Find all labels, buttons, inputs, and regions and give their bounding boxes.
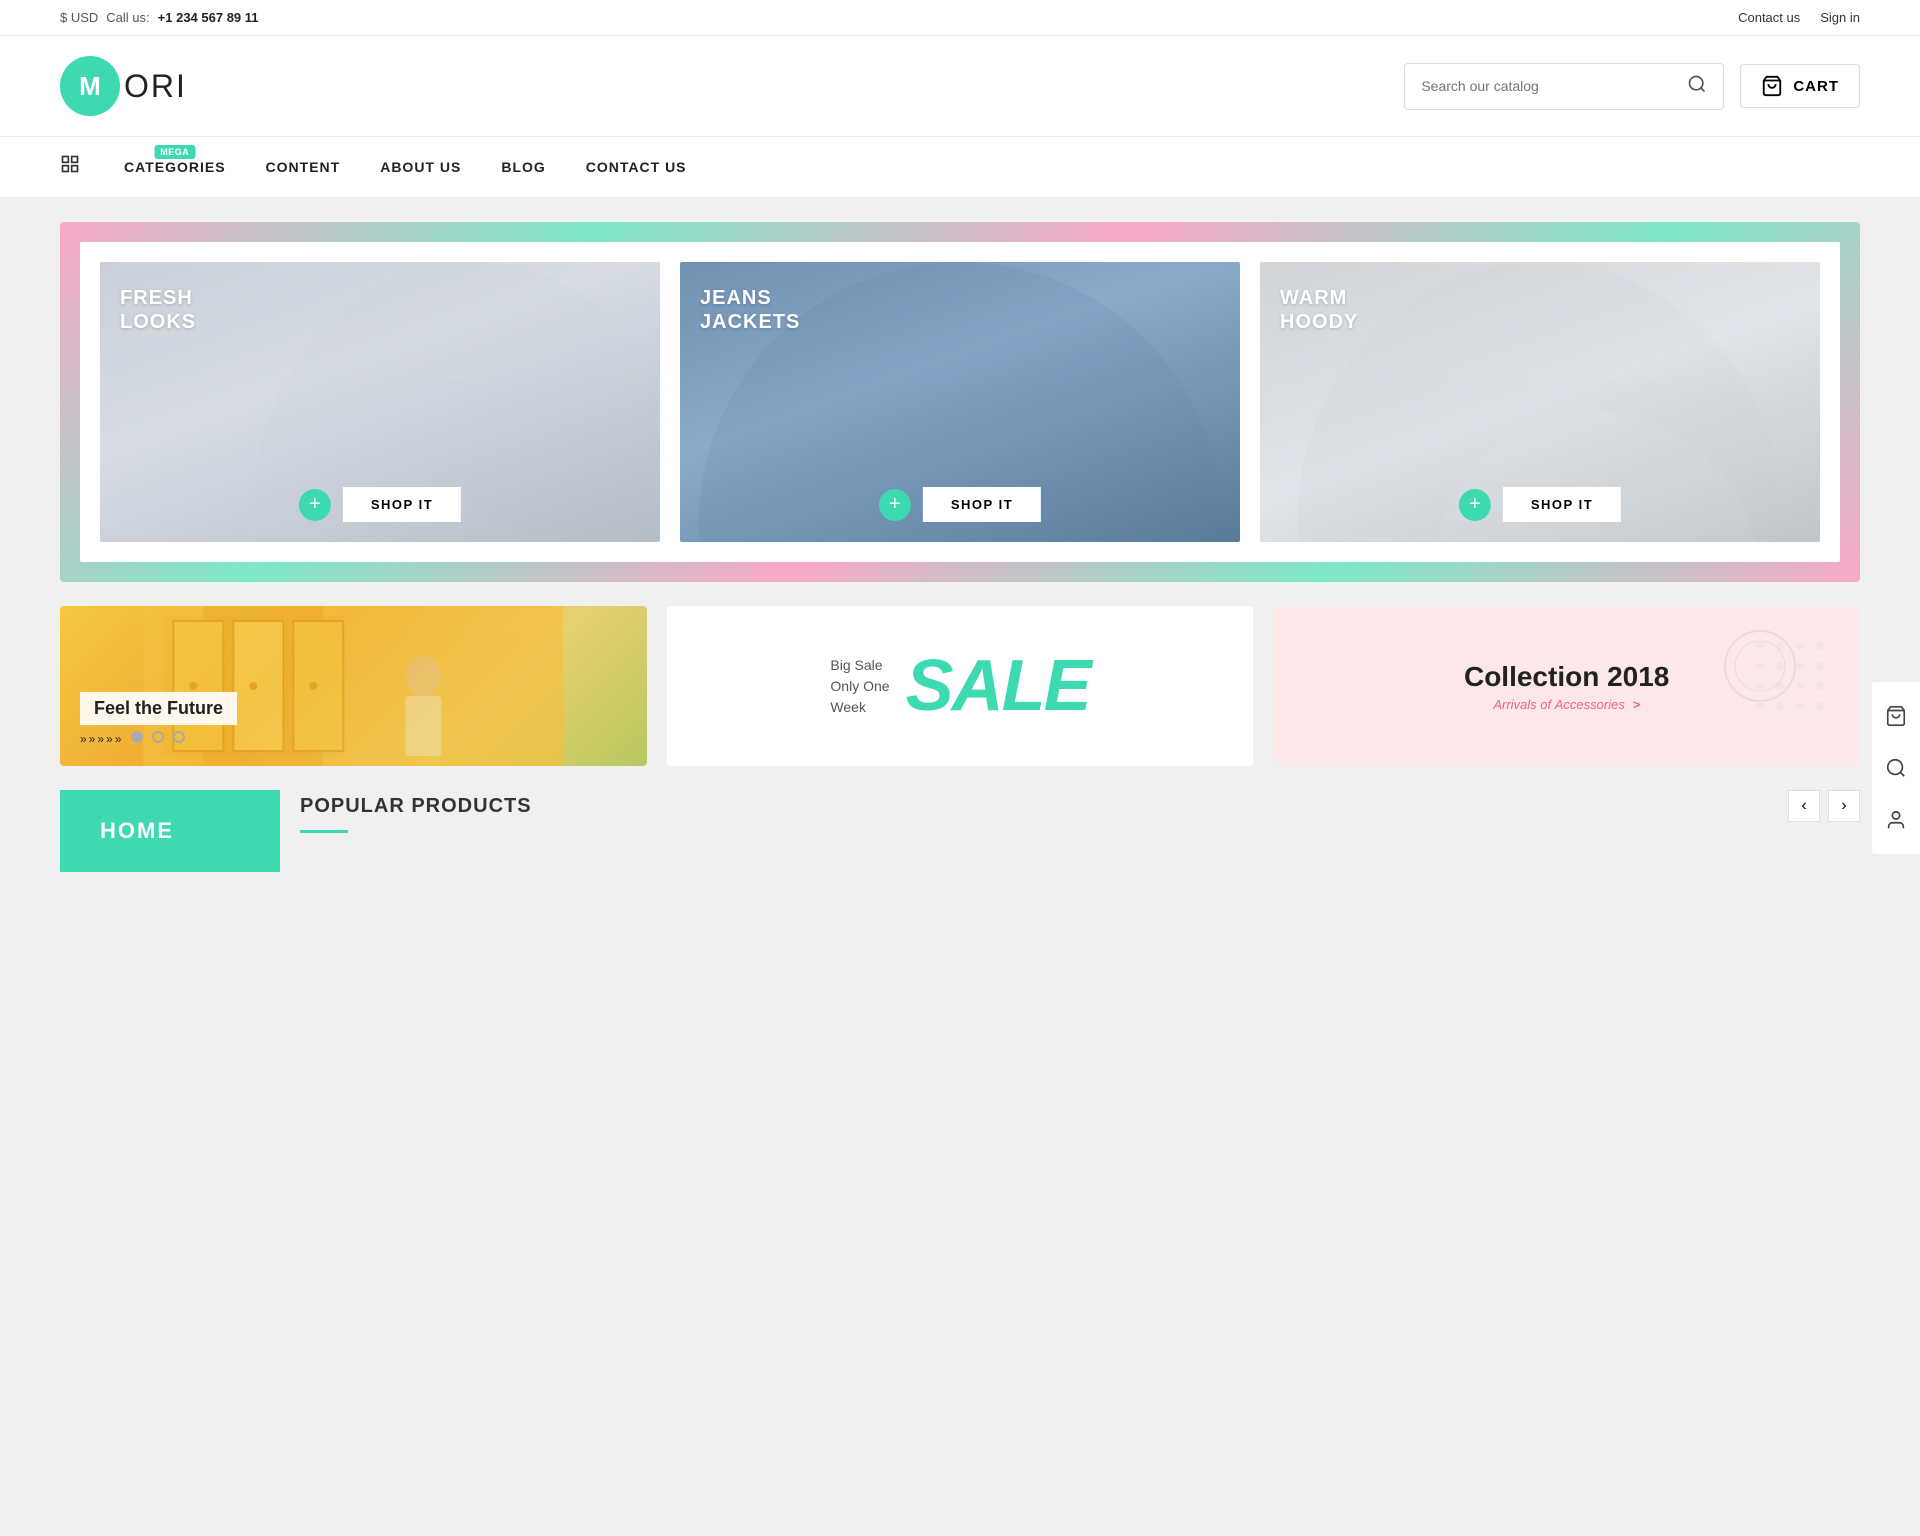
search-button[interactable]: [1687, 74, 1707, 99]
logo[interactable]: M ORI: [60, 56, 187, 116]
nav-item-about[interactable]: ABOUT US: [360, 137, 481, 197]
hero-card-warm-hoody: WARM HOODY + SHOP IT: [1260, 262, 1820, 542]
topbar: $ USD Call us: +1 234 567 89 11 Contact …: [0, 0, 1920, 36]
search-input[interactable]: [1421, 78, 1687, 94]
popular-next-button[interactable]: ›: [1828, 790, 1860, 822]
hero-card-jeans-jackets: JEANS JACKETS + SHOP IT: [680, 262, 1240, 542]
header: M ORI CART: [0, 36, 1920, 136]
mega-badge: Mega: [154, 145, 195, 159]
hoody-shop-button[interactable]: SHOP IT: [1503, 487, 1621, 522]
hero-banner: FRESH LOOKS + SHOP IT JEANS JACKETS: [60, 222, 1860, 582]
logo-letter: M: [79, 71, 101, 102]
currency-label: $ USD: [60, 10, 98, 25]
sale-text-line2: Only One: [830, 676, 889, 697]
float-search-icon: [1885, 757, 1907, 779]
phone-number: +1 234 567 89 11: [158, 10, 259, 25]
hero-card-jeans-actions: + SHOP IT: [879, 487, 1041, 522]
nav-label-about: ABOUT US: [380, 159, 461, 175]
nav-label-content: CONTENT: [266, 159, 341, 175]
float-user-button[interactable]: [1872, 796, 1920, 844]
sale-text-line1: Big Sale: [830, 655, 889, 676]
header-right: CART: [1404, 63, 1860, 110]
home-tab[interactable]: HOME: [60, 790, 280, 872]
nav-item-blog[interactable]: BLOG: [481, 137, 565, 197]
hoody-plus-button[interactable]: +: [1459, 489, 1491, 521]
promo-feel[interactable]: Feel the Future »»»»»: [60, 606, 647, 766]
hero-card-fresh-looks: FRESH LOOKS + SHOP IT: [100, 262, 660, 542]
topbar-left: $ USD Call us: +1 234 567 89 11: [60, 10, 259, 25]
sale-inner: Big Sale Only One Week SALE: [800, 650, 1119, 722]
call-label: Call us:: [106, 10, 149, 25]
nav-label-blog: BLOG: [501, 159, 545, 175]
feel-title: Feel the Future: [80, 692, 237, 725]
main-content: FRESH LOOKS + SHOP IT JEANS JACKETS: [0, 198, 1920, 896]
nav-label-contact: CONTACT US: [586, 159, 687, 175]
jeans-plus-button[interactable]: +: [879, 489, 911, 521]
hero-card-jeans-label: JEANS JACKETS: [700, 286, 800, 334]
promo-collection[interactable]: Collection 2018 Arrivals of Accessories …: [1273, 606, 1860, 766]
float-cart-icon: [1885, 705, 1907, 727]
navbar: Mega CATEGORIES CONTENT ABOUT US BLOG CO…: [0, 136, 1920, 198]
contact-us-topbar-link[interactable]: Contact us: [1738, 10, 1800, 25]
promo-row: Feel the Future »»»»» Big Sale Only One …: [60, 606, 1860, 766]
feel-dot-1[interactable]: [131, 731, 143, 743]
topbar-right: Contact us Sign in: [1738, 10, 1860, 25]
jeans-shop-button[interactable]: SHOP IT: [923, 487, 1041, 522]
fresh-shop-button[interactable]: SHOP IT: [343, 487, 461, 522]
cart-icon: [1761, 75, 1783, 97]
feel-dot-3[interactable]: [173, 731, 185, 743]
float-search-button[interactable]: [1872, 744, 1920, 792]
collection-link[interactable]: >: [1632, 697, 1640, 712]
collection-title: Collection 2018: [1464, 661, 1669, 693]
collection-subtitle: Arrivals of Accessories >: [1464, 697, 1669, 712]
float-cart-button[interactable]: [1872, 692, 1920, 740]
feel-overlay: Feel the Future »»»»»: [80, 692, 237, 746]
popular-prev-button[interactable]: ‹: [1788, 790, 1820, 822]
fresh-plus-button[interactable]: +: [299, 489, 331, 521]
bottom-section: HOME POPULAR PRODUCTS ‹ ›: [60, 790, 1860, 872]
collection-content: Collection 2018 Arrivals of Accessories …: [1444, 641, 1689, 732]
hero-card-fresh-actions: + SHOP IT: [299, 487, 461, 522]
feel-arrows: »»»»»: [80, 731, 237, 746]
hero-inner: FRESH LOOKS + SHOP IT JEANS JACKETS: [80, 242, 1840, 562]
logo-text: ORI: [124, 68, 187, 105]
nav-item-contact[interactable]: CONTACT US: [566, 137, 707, 197]
sale-text-line3: Week: [830, 697, 889, 718]
popular-header: POPULAR PRODUCTS ‹ ›: [300, 790, 1860, 822]
collection-highlight: Accessories: [1555, 697, 1625, 712]
logo-circle: M: [60, 56, 120, 116]
cart-label: CART: [1793, 78, 1839, 95]
search-box: [1404, 63, 1724, 110]
hero-card-fresh-label: FRESH LOOKS: [120, 286, 196, 334]
nav-item-categories[interactable]: Mega CATEGORIES: [104, 137, 246, 197]
popular-nav: ‹ ›: [1788, 790, 1860, 822]
hero-card-hoody-actions: + SHOP IT: [1459, 487, 1621, 522]
feel-dot-2[interactable]: [152, 731, 164, 743]
promo-sale[interactable]: Big Sale Only One Week SALE: [667, 606, 1254, 766]
hero-card-hoody-label: WARM HOODY: [1280, 286, 1358, 334]
signin-link[interactable]: Sign in: [1820, 10, 1860, 25]
nav-item-content[interactable]: CONTENT: [246, 137, 361, 197]
popular-products-title: POPULAR PRODUCTS: [300, 795, 532, 818]
float-user-icon: [1885, 809, 1907, 831]
cart-button[interactable]: CART: [1740, 64, 1860, 108]
nav-label-categories: CATEGORIES: [124, 159, 226, 175]
sale-word: SALE: [906, 650, 1090, 722]
popular-products-section: POPULAR PRODUCTS ‹ ›: [300, 790, 1860, 872]
collection-circle-decoration: [1720, 626, 1800, 706]
popular-underline: [300, 830, 348, 833]
grid-icon[interactable]: [60, 154, 80, 180]
sale-left: Big Sale Only One Week: [830, 655, 889, 718]
float-toolbar: [1871, 681, 1920, 855]
